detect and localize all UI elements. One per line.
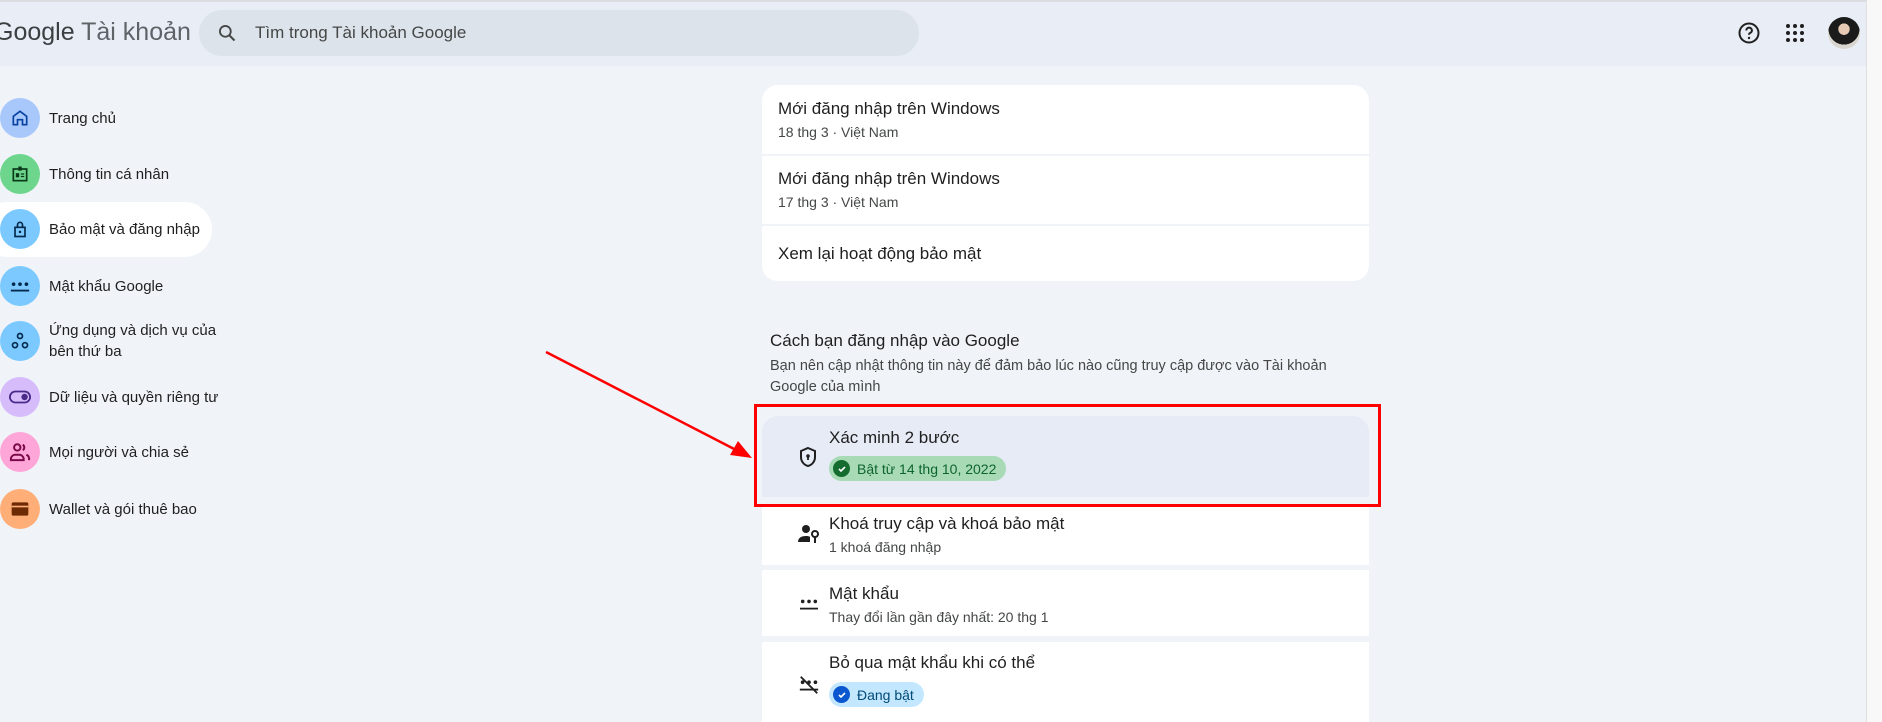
- annotation-arrow: [545, 350, 752, 458]
